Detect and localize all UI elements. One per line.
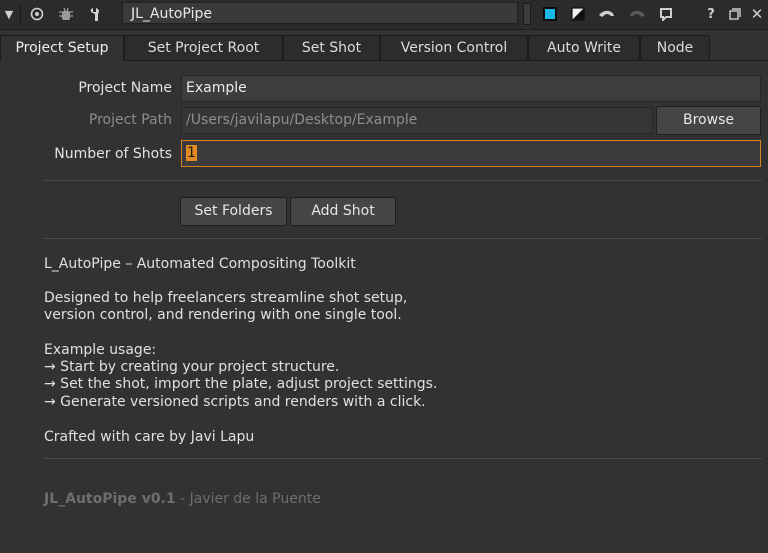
project-path-label: Project Path: [88, 112, 172, 128]
author-label: - Javier de la Puente: [175, 491, 321, 507]
set-folders-button[interactable]: Set Folders: [180, 197, 287, 226]
tab-set-shot[interactable]: Set Shot: [283, 35, 380, 60]
usage-step: → Set the shot, import the plate, adjust…: [44, 376, 438, 392]
tab-version-control[interactable]: Version Control: [380, 35, 528, 60]
color-picker-icon[interactable]: [565, 2, 591, 26]
version-footer: JL_AutoPipe v0.1 - Javier de la Puente: [44, 491, 321, 507]
project-name-input[interactable]: Example: [181, 75, 761, 102]
tab-auto-write[interactable]: Auto Write: [528, 35, 640, 60]
project-path-input[interactable]: /Users/javilapu/Desktop/Example: [181, 107, 653, 134]
browse-button[interactable]: Browse: [656, 106, 761, 135]
credit-text: Crafted with care by Javi Lapu: [44, 429, 255, 445]
handle-icon: [520, 2, 534, 26]
tab-node[interactable]: Node: [640, 35, 710, 60]
number-of-shots-label: Number of Shots: [54, 146, 172, 162]
divider: [44, 238, 762, 239]
close-icon[interactable]: ✕: [746, 2, 768, 26]
tab-bar: Project Setup Set Project Root Set Shot …: [0, 35, 768, 61]
wrench-icon[interactable]: [84, 2, 110, 26]
help-icon[interactable]: ?: [700, 2, 722, 26]
number-of-shots-input[interactable]: 1: [181, 140, 761, 167]
undo-icon[interactable]: [593, 2, 619, 26]
circle-dot-icon[interactable]: [24, 2, 50, 26]
node-color-swatch[interactable]: [537, 2, 563, 26]
description-line: version control, and rendering with one …: [44, 307, 402, 323]
panel-titlebar: ▼ JL_AutoPipe ? ✕: [0, 0, 768, 30]
redo-icon[interactable]: [625, 2, 651, 26]
divider: [44, 180, 762, 181]
bug-icon[interactable]: [53, 2, 79, 26]
node-name-field[interactable]: JL_AutoPipe: [122, 2, 518, 24]
revert-icon[interactable]: [653, 2, 679, 26]
divider: [44, 458, 762, 459]
usage-step: → Start by creating your project structu…: [44, 359, 340, 375]
version-label: JL_AutoPipe v0.1: [44, 491, 176, 507]
add-shot-button[interactable]: Add Shot: [290, 197, 396, 226]
toolkit-title: L_AutoPipe – Automated Compositing Toolk…: [44, 256, 356, 272]
tab-project-setup[interactable]: Project Setup: [0, 35, 124, 61]
project-name-label: Project Name: [78, 80, 172, 96]
usage-header: Example usage:: [44, 342, 157, 358]
usage-step: → Generate versioned scripts and renders…: [44, 394, 426, 410]
float-window-icon[interactable]: [724, 2, 746, 26]
shots-value: 1: [186, 145, 197, 161]
description-line: Designed to help freelancers streamline …: [44, 290, 408, 306]
tab-set-project-root[interactable]: Set Project Root: [124, 35, 283, 60]
collapse-arrow-icon[interactable]: ▼: [0, 2, 18, 26]
